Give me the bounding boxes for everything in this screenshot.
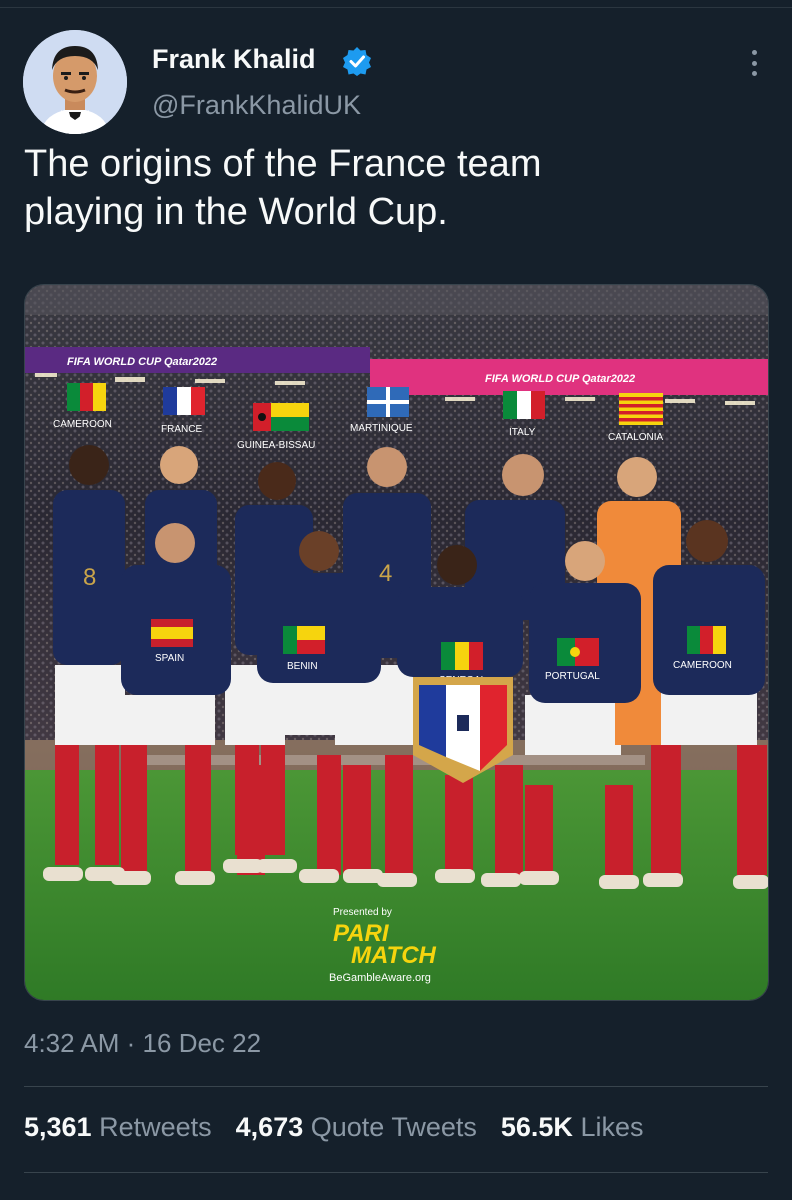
- tweet-text: The origins of the France team playing i…: [24, 140, 764, 236]
- tweet-timestamp[interactable]: 4:32 AM · 16 Dec 22: [24, 1028, 261, 1059]
- svg-text:SPAIN: SPAIN: [155, 653, 184, 664]
- svg-text:PORTUGAL: PORTUGAL: [545, 671, 600, 682]
- banner-text-right: FIFA WORLD CUP Qatar2022: [485, 373, 635, 385]
- engagement-stats: 5,361 Retweets 4,673 Quote Tweets 56.5K …: [24, 1112, 643, 1143]
- svg-text:FRANCE: FRANCE: [161, 424, 202, 435]
- divider: [24, 1086, 768, 1087]
- retweets-count: 5,361: [24, 1112, 92, 1142]
- divider: [24, 1172, 768, 1173]
- sponsor-line2: MATCH: [351, 942, 437, 969]
- author-name[interactable]: Frank Khalid: [152, 44, 316, 75]
- banner-text-left: FIFA WORLD CUP Qatar2022: [67, 356, 217, 368]
- quote-tweets-count: 4,673: [235, 1112, 304, 1142]
- top-divider: [0, 0, 792, 8]
- jersey-number: 4: [379, 560, 392, 587]
- tweet-photo[interactable]: FIFA WORLD CUP Qatar2022 FIFA WORLD CUP …: [24, 284, 769, 1001]
- likes-count: 56.5K: [500, 1112, 573, 1142]
- team-photo: FIFA WORLD CUP Qatar2022 FIFA WORLD CUP …: [25, 285, 768, 1000]
- quote-tweets-stat[interactable]: 4,673 Quote Tweets: [236, 1112, 477, 1143]
- verified-badge-icon: [343, 47, 371, 76]
- flag-france: FRANCE: [161, 387, 205, 435]
- author-handle[interactable]: @FrankKhalidUK: [152, 90, 361, 121]
- tweet: Frank Khalid @FrankKhalidUK The origins …: [0, 0, 792, 1200]
- svg-text:CAMEROON: CAMEROON: [673, 660, 732, 671]
- tweet-text-line: The origins of the France team: [24, 143, 542, 185]
- timestamp-separator: ·: [126, 1028, 136, 1058]
- quote-tweets-label: Quote Tweets: [310, 1112, 477, 1142]
- avatar[interactable]: [23, 30, 127, 134]
- tweet-date: 16 Dec 22: [142, 1028, 262, 1058]
- tweet-text-line: playing in the World Cup.: [24, 191, 448, 233]
- svg-text:CATALONIA: CATALONIA: [608, 432, 664, 443]
- cartoon-avatar-icon: [23, 30, 127, 134]
- svg-text:BENIN: BENIN: [287, 661, 318, 672]
- sponsor-presented-by: Presented by: [333, 907, 392, 918]
- retweets-stat[interactable]: 5,361 Retweets: [24, 1112, 212, 1143]
- likes-label: Likes: [580, 1112, 644, 1142]
- svg-text:GUINEA-BISSAU: GUINEA-BISSAU: [237, 440, 315, 451]
- svg-text:ITALY: ITALY: [509, 427, 536, 438]
- likes-stat[interactable]: 56.5K Likes: [501, 1112, 644, 1143]
- retweets-label: Retweets: [99, 1112, 212, 1142]
- tweet-time: 4:32 AM: [24, 1028, 120, 1058]
- svg-text:MARTINIQUE: MARTINIQUE: [350, 423, 413, 434]
- sponsor-tagline: BeGambleAware.org: [329, 972, 431, 984]
- jersey-number: 8: [83, 564, 96, 591]
- svg-text:CAMEROON: CAMEROON: [53, 419, 112, 430]
- more-options-icon[interactable]: [740, 46, 768, 80]
